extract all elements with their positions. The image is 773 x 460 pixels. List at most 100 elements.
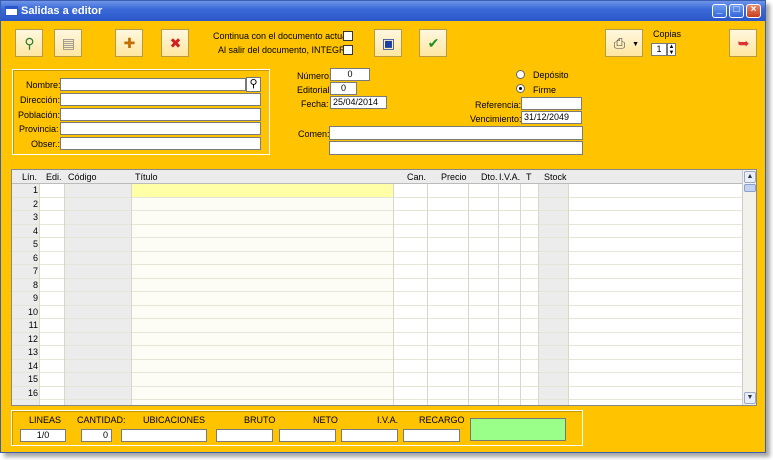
delete-document-button[interactable]: ✖	[161, 29, 189, 57]
col-divider	[498, 184, 499, 405]
maximize-button[interactable]: □	[729, 4, 744, 18]
continua-label: Continua con el documento actual	[213, 31, 350, 41]
table-row[interactable]: 16	[12, 387, 742, 400]
row-number: 12	[27, 333, 38, 344]
bruto-field	[216, 429, 273, 442]
col-divider	[427, 184, 428, 405]
save-button[interactable]: ▣	[374, 29, 402, 57]
window-title: Salidas a editor	[21, 5, 103, 17]
table-row[interactable]: 12	[12, 333, 742, 346]
editorial-field[interactable]: 0	[330, 82, 357, 95]
row-number: 7	[32, 266, 38, 276]
window-icon	[5, 6, 18, 16]
lines-grid[interactable]: Lín. Edi. Código Título Can. Precio Dto.…	[11, 169, 757, 406]
poblacion-label: Población:	[18, 110, 61, 120]
col-divider	[468, 184, 469, 405]
copias-label: Copias	[653, 29, 682, 39]
col-divider	[520, 184, 521, 405]
print-button[interactable]: ⎙ ▼	[605, 29, 643, 57]
fecha-field[interactable]: 25/04/2014	[330, 96, 387, 109]
table-row[interactable]: 2	[12, 198, 742, 211]
grid-scrollbar[interactable]: ▲ ▼	[742, 170, 756, 405]
row-number: 14	[27, 360, 38, 371]
selected-cell[interactable]	[131, 184, 393, 197]
col-divider	[393, 184, 394, 405]
table-row[interactable]: 6	[12, 252, 742, 265]
table-row[interactable]: 5	[12, 238, 742, 252]
table-row[interactable]: 4	[12, 225, 742, 238]
integra-label: Al salir del documento, INTEGRA	[218, 45, 352, 55]
table-row[interactable]: 8	[12, 279, 742, 292]
table-row[interactable]: 15	[12, 373, 742, 387]
col-divider	[64, 184, 65, 405]
row-number: 9	[32, 293, 38, 303]
poblacion-field[interactable]	[60, 108, 261, 121]
confirm-button[interactable]: ✔	[419, 29, 447, 57]
lineas-field: 1/0	[20, 429, 66, 442]
firme-label: Firme	[533, 85, 556, 95]
checkmark-icon: ✔	[427, 35, 440, 51]
save-icon: ▣	[381, 35, 396, 51]
obser-field[interactable]	[60, 137, 261, 150]
grid-header: Lín. Edi. Código Título Can. Precio Dto.…	[12, 170, 742, 184]
iva-label: I.V.A.	[377, 415, 399, 425]
bruto-label: BRUTO	[244, 415, 276, 425]
vencimiento-field[interactable]: 31/12/2049	[521, 111, 582, 124]
row-number: 11	[28, 320, 38, 330]
copias-input[interactable]: 1	[651, 43, 667, 56]
table-row[interactable]: 13	[12, 346, 742, 360]
table-row[interactable]: 11	[12, 319, 742, 333]
exit-arrow-icon: ➥	[737, 35, 750, 51]
numero-field[interactable]: 0	[330, 68, 370, 81]
scroll-thumb[interactable]	[744, 184, 756, 192]
row-number: 10	[27, 306, 38, 317]
deposito-radio[interactable]	[516, 70, 525, 79]
table-row[interactable]: 9	[12, 292, 742, 306]
add-document-button[interactable]: ✚	[115, 29, 143, 57]
referencia-label: Referencia:	[475, 100, 522, 110]
copias-stepper[interactable]: ▲ ▼	[667, 43, 676, 56]
scroll-up-icon[interactable]: ▲	[744, 171, 756, 183]
minimize-button[interactable]: _	[712, 4, 727, 18]
direccion-field[interactable]	[60, 93, 261, 106]
firme-radio[interactable]	[516, 84, 525, 93]
recargo-label: RECARGO	[419, 415, 465, 425]
deposito-label: Depósito	[533, 70, 569, 80]
delete-icon: ✖	[169, 35, 182, 51]
table-row[interactable]: 14	[12, 360, 742, 373]
nombre-field[interactable]	[60, 78, 246, 91]
obser-label: Obser.:	[31, 139, 61, 149]
vencimiento-label: Vencimiento:	[470, 114, 522, 124]
header-stock: Stock	[544, 172, 567, 182]
search-document-button[interactable]: ⚲	[15, 29, 43, 57]
integra-checkbox[interactable]	[343, 45, 353, 55]
table-row[interactable]: 7	[12, 265, 742, 279]
row-number: 4	[32, 225, 38, 236]
header-precio: Precio	[441, 172, 467, 182]
search-icon[interactable]: ⚲	[246, 77, 261, 92]
row-number: 6	[32, 252, 38, 263]
comentario-field-2[interactable]	[329, 141, 583, 155]
cantidad-label: CANTIDAD:	[77, 415, 126, 425]
exit-button[interactable]: ➥	[729, 29, 757, 57]
table-row[interactable]: 10	[12, 306, 742, 319]
direccion-label: Dirección:	[20, 95, 61, 105]
row-number: 8	[32, 279, 38, 290]
document-icon: ▤	[61, 35, 76, 51]
open-document-button[interactable]: ▤	[54, 29, 82, 57]
continua-checkbox[interactable]	[343, 31, 353, 41]
add-icon: ✚	[123, 35, 136, 51]
header-titulo: Título	[135, 172, 158, 182]
col-divider	[131, 184, 132, 405]
col-divider	[39, 184, 40, 405]
table-row[interactable]: 3	[12, 211, 742, 225]
header-can: Can.	[407, 172, 427, 182]
col-divider	[568, 184, 569, 405]
window: Salidas a editor _ □ × ⚲ ▤ ✚ ✖ Continua …	[0, 0, 766, 453]
close-button[interactable]: ×	[746, 4, 761, 18]
provincia-field[interactable]	[60, 122, 261, 135]
ubicaciones-field	[121, 429, 207, 442]
referencia-field[interactable]	[521, 97, 582, 110]
comentario-field-1[interactable]	[329, 126, 583, 140]
scroll-down-icon[interactable]: ▼	[744, 392, 756, 404]
